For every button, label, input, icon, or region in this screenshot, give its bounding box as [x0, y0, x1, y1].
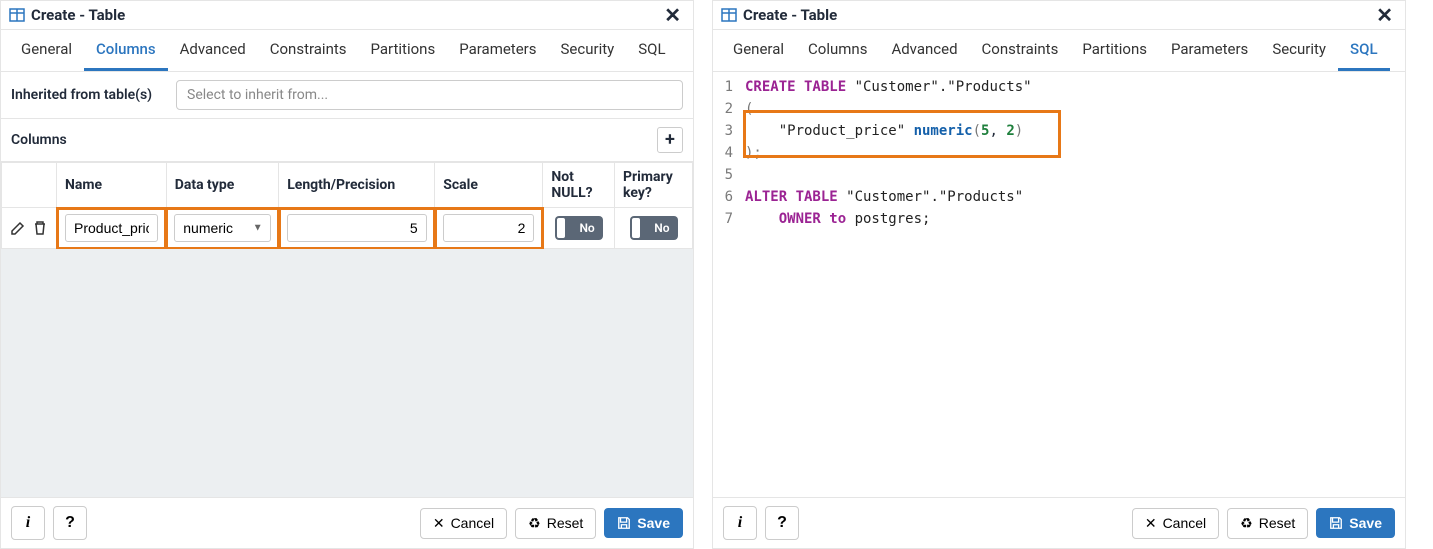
save-button[interactable]: Save	[604, 508, 683, 538]
create-table-dialog-sql: Create - Table ✕ General Columns Advance…	[712, 0, 1406, 549]
dialog-footer: i ? ✕ Cancel ♻ Reset Save	[1, 497, 693, 548]
tab-advanced[interactable]: Advanced	[879, 30, 969, 71]
recycle-icon: ♻	[528, 515, 541, 532]
dialog-title: Create - Table	[31, 6, 125, 24]
title-bar: Create - Table ✕	[713, 1, 1405, 30]
inherit-row: Inherited from table(s) Select to inheri…	[1, 72, 693, 119]
reset-button[interactable]: ♻ Reset	[1227, 508, 1308, 539]
column-length-input[interactable]	[287, 214, 427, 242]
header-length: Length/Precision	[279, 163, 435, 208]
cancel-button[interactable]: ✕ Cancel	[420, 508, 507, 539]
primary-key-toggle-label: No	[654, 221, 669, 235]
add-column-button[interactable]: +	[657, 127, 683, 153]
tab-columns[interactable]: Columns	[796, 30, 879, 71]
help-button[interactable]: ?	[53, 506, 87, 540]
tab-security[interactable]: Security	[1260, 30, 1338, 71]
header-name: Name	[57, 163, 167, 208]
tab-partitions[interactable]: Partitions	[359, 30, 448, 71]
close-icon: ✕	[433, 515, 445, 532]
header-primary-key: Primary key?	[615, 163, 693, 208]
tab-security[interactable]: Security	[549, 30, 627, 71]
tab-parameters[interactable]: Parameters	[1159, 30, 1260, 71]
close-icon: ✕	[1145, 515, 1157, 532]
title-bar: Create - Table ✕	[1, 1, 693, 30]
tab-constraints[interactable]: Constraints	[258, 30, 359, 71]
table-icon	[721, 7, 737, 23]
dialog-title: Create - Table	[743, 6, 837, 24]
tab-general[interactable]: General	[721, 30, 796, 71]
column-name-input[interactable]	[65, 214, 158, 242]
inherit-label: Inherited from table(s)	[11, 87, 176, 103]
table-icon	[9, 7, 25, 23]
dialog-footer: i ? ✕ Cancel ♻ Reset Save	[713, 497, 1405, 548]
inherit-select[interactable]: Select to inherit from...	[176, 80, 683, 110]
tabs: General Columns Advanced Constraints Par…	[1, 30, 693, 72]
close-icon[interactable]: ✕	[1372, 5, 1397, 25]
reset-button[interactable]: ♻ Reset	[515, 508, 596, 539]
close-icon[interactable]: ✕	[660, 5, 685, 25]
columns-table: Name Data type Length/Precision Scale No…	[1, 162, 693, 249]
header-scale: Scale	[435, 163, 543, 208]
save-icon	[1329, 516, 1343, 530]
help-button[interactable]: ?	[765, 506, 799, 540]
empty-area	[1, 249, 693, 497]
header-actions	[2, 163, 57, 208]
table-row: ▼ No N	[2, 208, 693, 249]
not-null-toggle-label: No	[579, 221, 594, 235]
header-not-null: Not NULL?	[543, 163, 615, 208]
recycle-icon: ♻	[1240, 515, 1253, 532]
tab-partitions[interactable]: Partitions	[1070, 30, 1159, 71]
info-button[interactable]: i	[723, 506, 757, 540]
save-button[interactable]: Save	[1316, 508, 1395, 538]
save-icon	[617, 516, 631, 530]
sql-editor[interactable]: 1CREATE TABLE "Customer"."Products" 2( 3…	[713, 72, 1405, 497]
create-table-dialog-columns: Create - Table ✕ General Columns Advance…	[0, 0, 694, 549]
tab-sql[interactable]: SQL	[1338, 30, 1390, 71]
tab-parameters[interactable]: Parameters	[447, 30, 548, 71]
primary-key-toggle[interactable]: No	[630, 216, 678, 240]
tab-constraints[interactable]: Constraints	[970, 30, 1071, 71]
info-button[interactable]: i	[11, 506, 45, 540]
tab-general[interactable]: General	[9, 30, 84, 71]
tab-columns[interactable]: Columns	[84, 30, 168, 71]
column-scale-input[interactable]	[443, 214, 535, 242]
delete-row-icon[interactable]	[32, 220, 48, 236]
tabs: General Columns Advanced Constraints Par…	[713, 30, 1405, 72]
tab-sql[interactable]: SQL	[626, 30, 677, 71]
inherit-placeholder: Select to inherit from...	[187, 87, 328, 103]
columns-heading-label: Columns	[11, 132, 67, 148]
edit-row-icon[interactable]	[10, 220, 26, 236]
column-datatype-select[interactable]	[174, 214, 270, 242]
not-null-toggle[interactable]: No	[555, 216, 603, 240]
cancel-button[interactable]: ✕ Cancel	[1132, 508, 1219, 539]
columns-section-header: Columns +	[1, 119, 693, 162]
header-datatype: Data type	[166, 163, 278, 208]
tab-advanced[interactable]: Advanced	[168, 30, 258, 71]
